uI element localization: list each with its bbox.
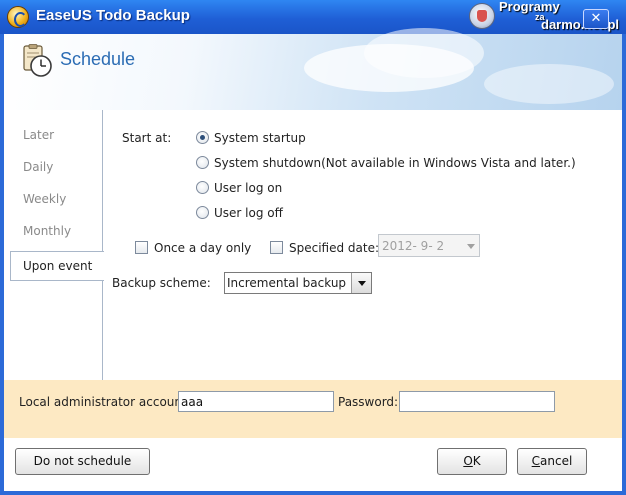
specified-date-checkbox[interactable]: [270, 241, 283, 254]
clock-icon: [23, 44, 52, 77]
account-section: Local administrator account: Password:: [4, 380, 622, 438]
radio-system-shutdown[interactable]: [196, 156, 209, 169]
specified-date-value: 2012- 9- 2: [382, 239, 445, 253]
specified-date-label: Specified date:: [289, 241, 380, 255]
dialog-client-area: Schedule Later Daily Weekly Monthly Upon…: [4, 28, 622, 491]
ok-label-rest: K: [472, 454, 481, 468]
backup-scheme-select[interactable]: Incremental backup: [224, 272, 372, 294]
radio-user-log-on[interactable]: [196, 181, 209, 194]
app-logo-icon: [7, 6, 29, 28]
radio-label-user-log-off: User log off: [214, 206, 283, 220]
radio-label-system-shutdown: System shutdown(Not available in Windows…: [214, 156, 576, 170]
cancel-label-rest: ancel: [540, 454, 573, 468]
radio-system-startup[interactable]: [196, 131, 209, 144]
backup-scheme-label: Backup scheme:: [112, 276, 211, 290]
schedule-settings-panel: Start at: System startup System shutdown…: [104, 110, 622, 380]
application-window: EaseUS Todo Backup Programy za darmo.net…: [0, 0, 626, 495]
do-not-schedule-button[interactable]: Do not schedule: [15, 448, 150, 475]
watermark-badge-icon: [469, 3, 495, 29]
cloud-decoration: [364, 28, 484, 78]
cancel-button[interactable]: Cancel: [517, 448, 587, 475]
sidebar-item-monthly[interactable]: Monthly: [23, 224, 71, 238]
sidebar-item-label: Upon event: [23, 259, 93, 273]
page-title: Schedule: [60, 49, 136, 69]
schedule-type-sidebar: Later Daily Weekly Monthly Upon event: [4, 110, 104, 380]
once-a-day-label: Once a day only: [154, 241, 252, 255]
dialog-footer: Do not schedule OK Cancel: [4, 438, 622, 491]
window-title: EaseUS Todo Backup: [36, 7, 190, 24]
sidebar-item-daily[interactable]: Daily: [23, 160, 53, 174]
sidebar-item-later[interactable]: Later: [23, 128, 54, 142]
radio-user-log-off[interactable]: [196, 206, 209, 219]
cloud-decoration: [484, 64, 614, 104]
password-label: Password:: [338, 395, 399, 409]
sidebar-item-weekly[interactable]: Weekly: [23, 192, 66, 206]
chevron-down-icon: [467, 244, 475, 249]
password-input[interactable]: [399, 391, 555, 412]
start-at-label: Start at:: [122, 131, 172, 145]
cancel-access-key: C: [531, 454, 541, 468]
radio-label-user-log-on: User log on: [214, 181, 283, 195]
radio-label-system-startup: System startup: [214, 131, 306, 145]
ok-button[interactable]: OK: [437, 448, 507, 475]
title-bar[interactable]: EaseUS Todo Backup Programy za darmo.net…: [0, 0, 626, 34]
sidebar-item-upon-event[interactable]: Upon event: [10, 251, 104, 281]
backup-scheme-value: Incremental backup: [227, 276, 347, 290]
once-a-day-checkbox[interactable]: [135, 241, 148, 254]
specified-date-picker[interactable]: 2012- 9- 2: [378, 234, 480, 257]
dialog-header: Schedule: [4, 28, 622, 110]
close-button[interactable]: ✕: [583, 9, 609, 29]
chevron-down-icon[interactable]: [351, 273, 371, 293]
admin-account-input[interactable]: [178, 391, 334, 412]
admin-account-label: Local administrator account:: [19, 395, 191, 409]
ok-access-key: O: [463, 454, 473, 468]
watermark-line-1: Programy: [499, 0, 560, 14]
